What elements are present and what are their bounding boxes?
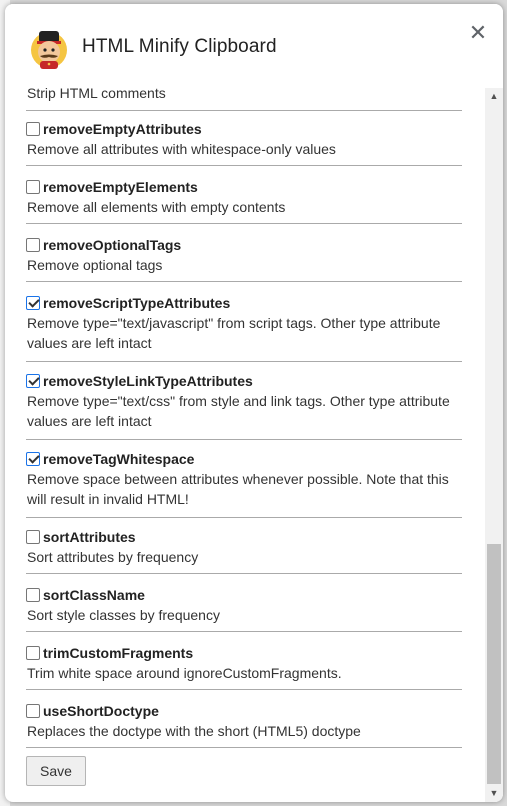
option-name: removeEmptyElements	[43, 179, 198, 195]
checkbox[interactable]	[26, 588, 40, 602]
checkbox[interactable]	[26, 646, 40, 660]
option-description: Sort attributes by frequency	[27, 549, 199, 565]
option-description: Remove optional tags	[27, 257, 163, 273]
option-description: Remove type="text/javascript" from scrip…	[27, 315, 441, 351]
options-list: Strip HTML comments removeEmptyAttribute…	[5, 88, 485, 802]
app-logo-icon	[31, 31, 67, 69]
option-description: Remove space between attributes whenever…	[27, 471, 449, 507]
option-name: removeOptionalTags	[43, 237, 182, 253]
option-name: useShortDoctype	[43, 703, 159, 719]
checkbox-checked[interactable]	[26, 452, 40, 466]
option-item: removeOptionalTags Remove optional tags	[26, 235, 462, 282]
checkbox[interactable]	[26, 704, 40, 718]
option-name: sortAttributes	[43, 529, 136, 545]
option-description: Remove type="text/css" from style and li…	[27, 393, 450, 429]
option-item: removeScriptTypeAttributes Remove type="…	[26, 293, 462, 362]
option-description: Remove all attributes with whitespace-on…	[27, 141, 336, 157]
option-name: removeScriptTypeAttributes	[43, 295, 231, 311]
option-item: removeStyleLinkTypeAttributes Remove typ…	[26, 371, 462, 440]
option-item: sortAttributes Sort attributes by freque…	[26, 527, 462, 574]
scroll-up-arrow-icon[interactable]: ▲	[485, 88, 503, 105]
checkbox[interactable]	[26, 238, 40, 252]
divider	[26, 110, 462, 111]
option-item: useShortDoctype Replaces the doctype wit…	[26, 701, 462, 748]
option-name: trimCustomFragments	[43, 645, 194, 661]
option-item: sortClassName Sort style classes by freq…	[26, 585, 462, 632]
option-description: Trim white space around ignoreCustomFrag…	[27, 665, 342, 681]
close-icon: ✕	[468, 20, 488, 45]
checkbox[interactable]	[26, 530, 40, 544]
option-item: removeEmptyAttributes Remove all attribu…	[26, 119, 462, 166]
option-name: removeStyleLinkTypeAttributes	[43, 373, 253, 389]
option-name: sortClassName	[43, 587, 145, 603]
extension-options-dialog: HTML Minify Clipboard ✕ Strip HTML comme…	[5, 4, 503, 802]
scroll-down-arrow-icon[interactable]: ▼	[485, 785, 503, 802]
option-item: removeTagWhitespace Remove space between…	[26, 449, 462, 518]
option-name: removeTagWhitespace	[43, 451, 195, 467]
option-description: Remove all elements with empty contents	[27, 199, 286, 215]
option-description-partial: Strip HTML comments	[27, 88, 166, 101]
checkbox[interactable]	[26, 122, 40, 136]
option-item: removeEmptyElements Remove all elements …	[26, 177, 462, 224]
option-description: Replaces the doctype with the short (HTM…	[27, 723, 361, 739]
dialog-title: HTML Minify Clipboard	[82, 36, 277, 57]
dialog-header: HTML Minify Clipboard ✕	[5, 4, 503, 88]
checkbox[interactable]	[26, 180, 40, 194]
checkbox-checked[interactable]	[26, 296, 40, 310]
close-button[interactable]: ✕	[463, 18, 493, 48]
vertical-scrollbar[interactable]: ▲ ▼	[485, 88, 503, 802]
scrollbar-thumb[interactable]	[487, 544, 501, 784]
save-button[interactable]: Save	[26, 756, 86, 786]
option-name: removeEmptyAttributes	[43, 121, 202, 137]
option-item: trimCustomFragments Trim white space aro…	[26, 643, 462, 690]
checkbox-checked[interactable]	[26, 374, 40, 388]
option-description: Sort style classes by frequency	[27, 607, 220, 623]
